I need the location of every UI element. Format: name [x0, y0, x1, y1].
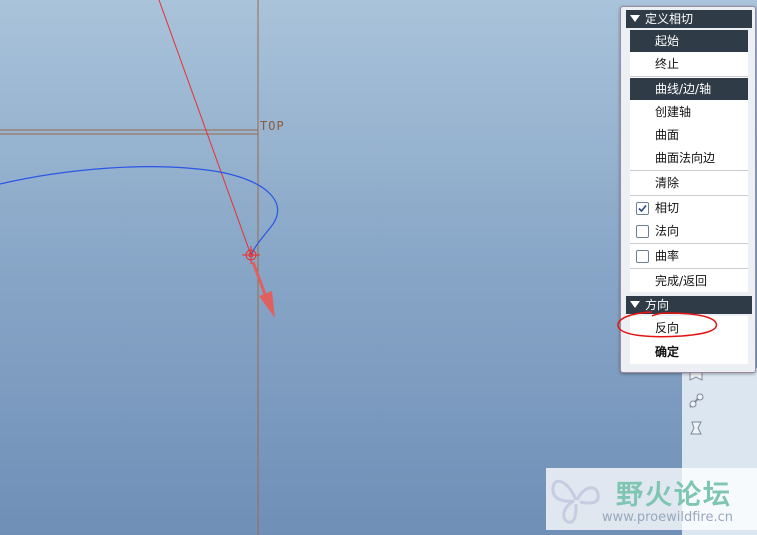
checkbox-curvature-label: 曲率	[655, 249, 680, 263]
menu-item-create-axis[interactable]: 创建轴	[630, 101, 748, 123]
define-tangent-header[interactable]: 定义相切	[626, 10, 752, 28]
menu-item-clear[interactable]: 清除	[630, 172, 748, 194]
menu-separator	[630, 268, 748, 269]
menu-item-end[interactable]: 终止	[630, 53, 748, 75]
menu-item-okay[interactable]: 确定	[630, 341, 748, 363]
checkmark-icon	[638, 204, 647, 213]
checkbox-curvature-box[interactable]	[636, 250, 649, 263]
checkbox-curvature[interactable]: 曲率	[630, 245, 748, 267]
butterfly-logo-icon	[551, 479, 600, 524]
tangent-direction-arrow[interactable]	[251, 261, 275, 318]
menu-item-surface-label: 曲面	[655, 128, 680, 142]
checkbox-normal-label: 法向	[655, 224, 680, 238]
menu-item-start-label: 起始	[655, 34, 680, 48]
menu-item-done-return[interactable]: 完成/返回	[630, 270, 748, 292]
menu-item-surface[interactable]: 曲面	[630, 124, 748, 146]
menu-item-curve-edge-axis-label: 曲线/边/轴	[655, 82, 712, 96]
curve-tool-icon[interactable]	[687, 419, 705, 437]
checkbox-normal-box[interactable]	[636, 225, 649, 238]
define-tangent-title: 定义相切	[645, 12, 694, 26]
checkbox-tangent-label: 相切	[655, 201, 680, 215]
menu-item-surface-normal-edge[interactable]: 曲面法向边	[630, 147, 748, 169]
menu-item-clear-label: 清除	[655, 176, 680, 190]
define-tangent-body: 起始 终止 曲线/边/轴 创建轴 曲面 曲面法向边 清除 相切 法向 曲率 完成…	[630, 30, 748, 292]
forum-watermark: 野火论坛 www.proewildfire.cn	[546, 468, 757, 530]
menu-separator	[630, 76, 748, 77]
axis-tool-icon[interactable]	[687, 392, 705, 410]
menu-separator	[630, 243, 748, 244]
menu-separator	[630, 170, 748, 171]
checkbox-tangent-box[interactable]	[636, 202, 649, 215]
menu-item-okay-label: 确定	[655, 345, 680, 359]
checkbox-tangent[interactable]: 相切	[630, 197, 748, 219]
tangent-line	[158, 0, 252, 256]
menu-separator	[630, 195, 748, 196]
menu-item-surface-normal-edge-label: 曲面法向边	[655, 151, 716, 165]
menu-item-end-label: 终止	[655, 57, 680, 71]
datum-label-top: TOP	[260, 119, 285, 133]
collapse-triangle-icon	[630, 301, 640, 308]
menu-item-curve-edge-axis[interactable]: 曲线/边/轴	[630, 78, 748, 100]
watermark-url: www.proewildfire.cn	[602, 510, 733, 525]
annotation-ellipse	[617, 311, 718, 338]
watermark-title: 野火论坛	[616, 480, 732, 511]
curve-endpoint-marker[interactable]	[242, 246, 260, 264]
menu-item-start[interactable]: 起始	[630, 30, 748, 52]
sketched-curve[interactable]	[0, 166, 279, 256]
collapse-triangle-icon	[630, 15, 640, 22]
menu-item-done-return-label: 完成/返回	[655, 274, 708, 288]
checkbox-normal[interactable]: 法向	[630, 220, 748, 242]
menu-item-create-axis-label: 创建轴	[655, 105, 692, 119]
